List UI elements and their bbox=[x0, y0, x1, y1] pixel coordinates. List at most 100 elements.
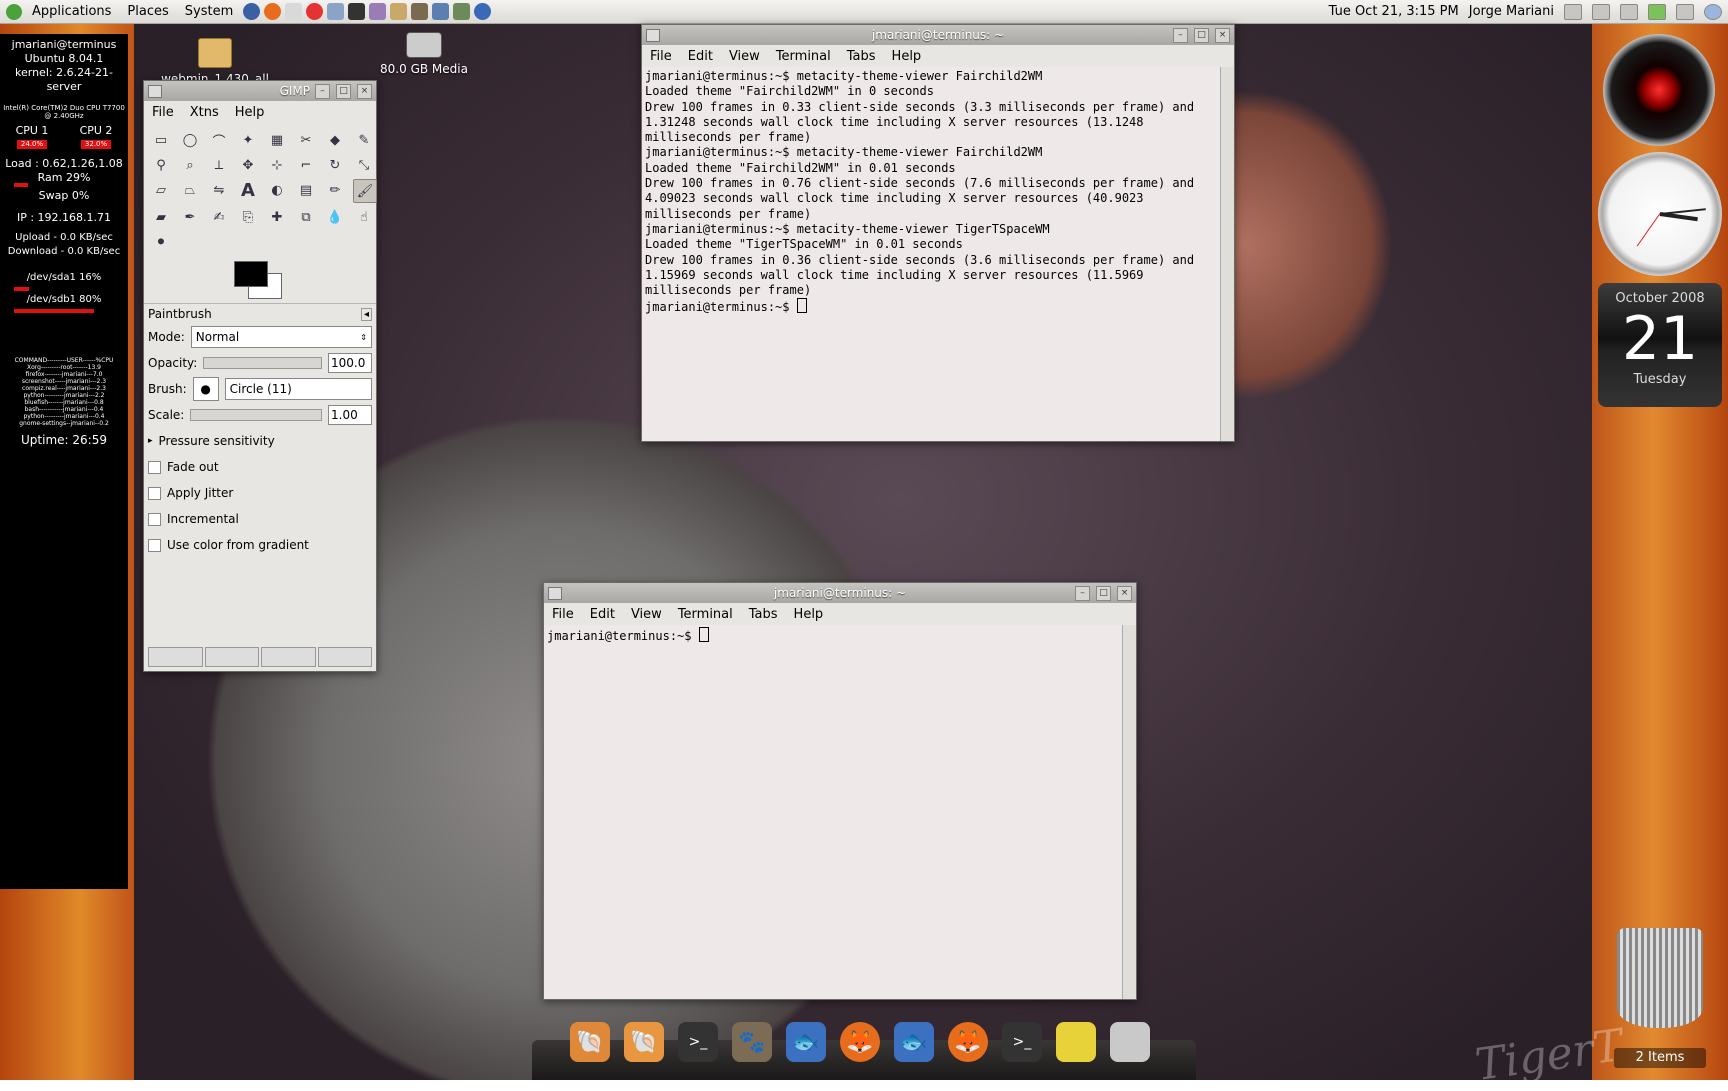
measure-icon[interactable]: ⟂ bbox=[208, 154, 230, 176]
menu-file[interactable]: File bbox=[144, 105, 182, 120]
restore-options-button[interactable] bbox=[204, 647, 259, 667]
minimize-button[interactable]: – bbox=[315, 84, 330, 99]
brush-preview-button[interactable]: ● bbox=[192, 377, 219, 401]
blur-icon[interactable]: 💧 bbox=[324, 206, 346, 228]
menu-tabs[interactable]: Tabs bbox=[741, 607, 786, 622]
shear-icon[interactable]: ▱ bbox=[150, 179, 172, 201]
menu-help[interactable]: Help bbox=[786, 607, 832, 622]
rotate-icon[interactable]: ↻ bbox=[324, 154, 346, 176]
firefox-icon[interactable]: 🦊 bbox=[840, 1022, 880, 1062]
close-button[interactable]: × bbox=[1117, 586, 1132, 601]
usb-drive-icon[interactable] bbox=[1056, 1022, 1096, 1062]
menu-applications[interactable]: Applications bbox=[24, 4, 119, 19]
gimp-icon[interactable]: 🐾 bbox=[732, 1022, 772, 1062]
bluefish-editor-icon[interactable]: 🐟 bbox=[894, 1022, 934, 1062]
opacity-spin[interactable]: 100.0 bbox=[328, 353, 372, 373]
gimp-launcher-icon[interactable] bbox=[411, 3, 429, 20]
perspective-clone-icon[interactable]: ⧉ bbox=[295, 206, 317, 228]
fuzzy-select-icon[interactable]: ✦ bbox=[237, 129, 259, 151]
heal-icon[interactable]: ✚ bbox=[266, 206, 288, 228]
terminal-window-icon[interactable] bbox=[548, 587, 562, 600]
bucket-fill-icon[interactable]: ◐ bbox=[266, 179, 288, 201]
update-icon[interactable] bbox=[1648, 3, 1666, 20]
network-launcher-icon[interactable] bbox=[243, 3, 261, 20]
files-launcher-icon[interactable] bbox=[327, 3, 345, 20]
rect-select-icon[interactable]: ▭ bbox=[150, 129, 172, 151]
free-select-icon[interactable]: ⌒ bbox=[208, 129, 230, 151]
gimp-titlebar[interactable]: GIMP – □ × bbox=[144, 81, 376, 101]
analog-clock-widget[interactable] bbox=[1598, 152, 1722, 276]
firefox-launcher-icon[interactable] bbox=[264, 3, 282, 20]
maximize-button[interactable]: □ bbox=[1194, 28, 1209, 43]
scale-spin[interactable]: 1.00 bbox=[328, 405, 372, 425]
save-options-button[interactable] bbox=[148, 647, 203, 667]
menu-tabs[interactable]: Tabs bbox=[839, 49, 884, 64]
dodge-burn-icon[interactable]: ⚫ bbox=[150, 231, 172, 253]
perspective-icon[interactable]: ⏢ bbox=[179, 179, 201, 201]
terminal-launcher-icon[interactable] bbox=[348, 3, 366, 20]
color-picker-icon[interactable]: ⚲ bbox=[150, 154, 172, 176]
clone-icon[interactable]: ⎘ bbox=[237, 206, 259, 228]
terminal-titlebar[interactable]: jmariani@terminus: ~ – □ × bbox=[544, 583, 1136, 603]
ubuntu-logo-icon[interactable] bbox=[6, 3, 22, 20]
close-button[interactable]: × bbox=[1215, 28, 1230, 43]
terminal-icon[interactable]: >_ bbox=[678, 1022, 718, 1062]
menu-help[interactable]: Help bbox=[227, 105, 273, 120]
menu-terminal[interactable]: Terminal bbox=[768, 49, 839, 64]
menu-places[interactable]: Places bbox=[119, 4, 176, 19]
ellipse-select-icon[interactable]: ◯ bbox=[179, 129, 201, 151]
mode-select[interactable]: Normal ⇕ bbox=[190, 326, 372, 348]
minimize-button[interactable]: – bbox=[1075, 586, 1090, 601]
menu-edit[interactable]: Edit bbox=[582, 607, 623, 622]
terminal-output[interactable]: jmariani@terminus:~$ bbox=[544, 625, 1122, 999]
foreground-select-icon[interactable]: ◆ bbox=[324, 129, 346, 151]
apply-jitter-checkbox[interactable] bbox=[148, 486, 161, 500]
panel-clock[interactable]: Tue Oct 21, 3:15 PM bbox=[1329, 4, 1459, 19]
delete-options-button[interactable] bbox=[261, 647, 316, 667]
eraser-icon[interactable]: ▰ bbox=[150, 206, 172, 228]
color-select-icon[interactable]: ▦ bbox=[266, 129, 288, 151]
paths-icon[interactable]: ✎ bbox=[353, 129, 375, 151]
editor-launcher-icon[interactable] bbox=[390, 3, 408, 20]
terminal-scrollbar[interactable] bbox=[1122, 625, 1136, 999]
window-list-icon[interactable] bbox=[1564, 3, 1582, 20]
pencil-icon[interactable]: ✏ bbox=[324, 179, 346, 201]
menu-terminal[interactable]: Terminal bbox=[670, 607, 741, 622]
bluefish-icon[interactable]: 🐟 bbox=[786, 1022, 826, 1062]
menu-file[interactable]: File bbox=[544, 607, 582, 622]
volume-icon[interactable] bbox=[1620, 3, 1638, 20]
terminal-scrollbar[interactable] bbox=[1220, 67, 1234, 441]
menu-help[interactable]: Help bbox=[884, 49, 930, 64]
text-icon[interactable]: A bbox=[237, 179, 259, 201]
fade-out-checkbox[interactable] bbox=[148, 460, 161, 474]
clipboard-icon[interactable] bbox=[1676, 3, 1694, 20]
help-launcher-icon[interactable] bbox=[306, 3, 324, 20]
desktop-icon-webmin[interactable]: webmin_1.430_all bbox=[160, 38, 270, 86]
home-shell-icon[interactable]: 🐚 bbox=[624, 1022, 664, 1062]
mail-launcher-icon[interactable] bbox=[285, 3, 303, 20]
firefox-browser-icon[interactable]: 🦊 bbox=[948, 1022, 988, 1062]
brush-name-field[interactable]: Circle (11) bbox=[224, 378, 372, 400]
reset-options-button[interactable] bbox=[317, 647, 372, 667]
move-icon[interactable]: ✥ bbox=[237, 154, 259, 176]
gradient-color-checkbox[interactable] bbox=[148, 538, 161, 552]
terminal-output[interactable]: jmariani@terminus:~$ metacity-theme-view… bbox=[642, 67, 1220, 441]
terminal-titlebar[interactable]: jmariani@terminus: ~ – □ × bbox=[642, 25, 1234, 45]
menu-system[interactable]: System bbox=[177, 4, 241, 19]
menu-edit[interactable]: Edit bbox=[680, 49, 721, 64]
trash-widget[interactable]: 2 Items bbox=[1608, 928, 1712, 1068]
align-icon[interactable]: ⊹ bbox=[266, 154, 288, 176]
panel-user[interactable]: Jorge Mariani bbox=[1469, 4, 1554, 19]
foreground-color[interactable] bbox=[234, 261, 268, 287]
scale-slider[interactable] bbox=[190, 409, 322, 421]
paintbrush-icon[interactable]: 🖌 bbox=[353, 179, 377, 203]
scissors-icon[interactable]: ✂ bbox=[295, 129, 317, 151]
zoom-icon[interactable]: ⌕ bbox=[179, 154, 201, 176]
calculator-launcher-icon[interactable] bbox=[453, 3, 471, 20]
hal9000-widget[interactable] bbox=[1603, 34, 1715, 146]
desktop-icon-media[interactable]: 80.0 GB Media bbox=[374, 32, 474, 76]
crop-icon[interactable]: ⌐ bbox=[295, 154, 317, 176]
bluefish-launcher-icon[interactable] bbox=[474, 3, 492, 20]
flip-icon[interactable]: ⇋ bbox=[208, 179, 230, 201]
smudge-icon[interactable]: ☝ bbox=[353, 206, 375, 228]
